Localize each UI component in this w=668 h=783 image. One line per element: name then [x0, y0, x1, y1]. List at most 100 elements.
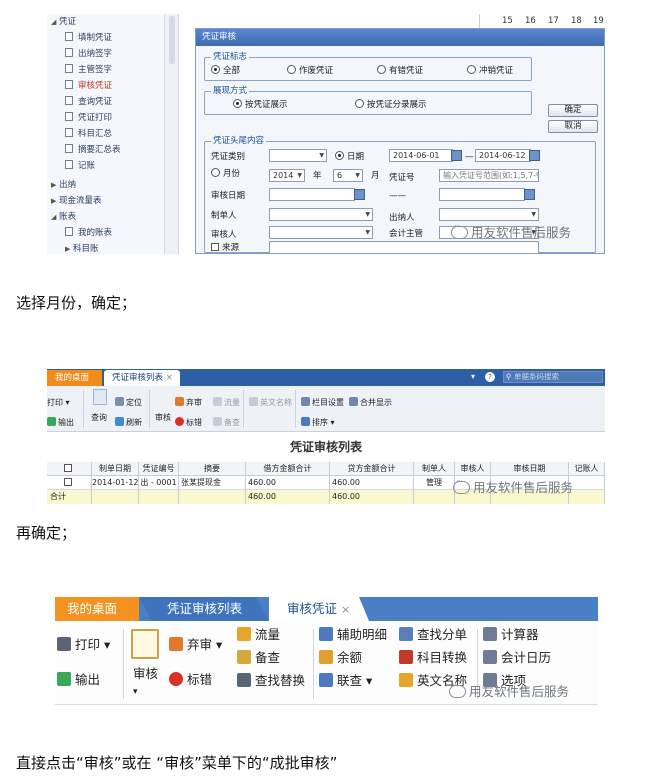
export-button[interactable]: 输出	[57, 672, 100, 688]
table-row-select[interactable]	[47, 476, 92, 490]
balance-button[interactable]: 余额	[319, 650, 362, 666]
audit-button[interactable]: 审核 ▾	[133, 666, 158, 700]
tree-node-cashflow[interactable]: ▶ 现金流量表	[51, 194, 102, 209]
find-split-button[interactable]: 查找分单	[399, 627, 467, 643]
tree-item-supervisor-sign[interactable]: 主管签字	[65, 63, 112, 78]
link-query-button[interactable]: 联查 ▾	[319, 673, 372, 689]
unaudit-button[interactable]: 弃审	[175, 397, 202, 408]
scrollbar-thumb[interactable]	[169, 16, 175, 64]
account-convert-button[interactable]: 科目转换	[399, 650, 467, 666]
checkbox-icon[interactable]	[63, 464, 72, 472]
radio-date[interactable]: 日期	[335, 151, 364, 163]
radio-month[interactable]: 月份	[211, 168, 240, 180]
tab-voucher-audit-list[interactable]: 凭证审核列表	[139, 597, 269, 621]
voucher-type-select[interactable]: ▼	[269, 149, 327, 162]
radio-by-voucher[interactable]: 按凭证展示	[233, 99, 288, 111]
date-from-input[interactable]: 2014-06-01	[389, 149, 453, 162]
table-cell[interactable]: 2014-01-12	[92, 476, 139, 490]
tree-node-voucher[interactable]: ◢ 凭证	[51, 15, 76, 30]
auditor-select[interactable]: ▼	[269, 226, 373, 239]
checkbox-icon[interactable]	[63, 478, 72, 486]
tab-voucher-audit-list[interactable]: 凭证审核列表 ×	[104, 370, 180, 386]
table-cell[interactable]: 张某提现金	[179, 476, 246, 490]
tree-item-my-reports[interactable]: 我的账表	[65, 226, 112, 241]
column-header[interactable]: 记账人	[569, 462, 605, 476]
source-checkbox[interactable]: 来源	[211, 242, 239, 254]
month-select[interactable]: 6 ▼	[333, 169, 363, 182]
cashflow-button[interactable]: 流量	[237, 627, 280, 643]
tree-item-query-voucher[interactable]: 查询凭证	[65, 95, 112, 110]
aux-detail-button[interactable]: 辅助明细	[319, 627, 387, 643]
tree-item-cashier-sign[interactable]: 出纳签字	[65, 47, 112, 62]
table-cell[interactable]: 出 - 0001	[139, 476, 179, 490]
column-header[interactable]: 制单人	[414, 462, 455, 476]
column-header[interactable]: 借方金额合计	[246, 462, 330, 476]
radio-void-voucher[interactable]: 作废凭证	[287, 65, 333, 77]
tree-item-account-summary[interactable]: 科目汇总	[65, 127, 112, 142]
english-name-button[interactable]: 英文名称	[249, 397, 292, 408]
help-icon[interactable]: ?	[485, 372, 495, 382]
tab-audit-voucher[interactable]: 审核凭证 ×	[269, 597, 369, 621]
tree-item-post[interactable]: 记账	[65, 159, 95, 174]
accounting-calendar-button[interactable]: 会计日历	[483, 650, 551, 666]
voucher-no-range-input[interactable]: 输入凭证号范围(如:1,5,7-9	[439, 169, 539, 182]
find-replace-button[interactable]: 查找替换	[237, 673, 305, 689]
table-cell[interactable]: 460.00	[330, 476, 414, 490]
column-header[interactable]: 制单日期	[92, 462, 139, 476]
tree-node-cashier[interactable]: ▶ 出纳	[51, 178, 76, 193]
query-button[interactable]: 查询	[91, 412, 107, 423]
tree-item-fill-voucher[interactable]: 填制凭证	[65, 31, 112, 46]
calendar-icon[interactable]	[451, 150, 462, 161]
tree-item-print-voucher[interactable]: 凭证打印	[65, 111, 112, 126]
sort-button[interactable]: 排序 ▾	[301, 417, 335, 428]
audit-date-to-input[interactable]	[439, 188, 525, 201]
refresh-button[interactable]: 刷新	[115, 417, 142, 428]
radio-all[interactable]: 全部	[211, 65, 240, 77]
locate-button[interactable]: 定位	[115, 397, 142, 408]
column-header[interactable]: 审核日期	[491, 462, 569, 476]
audit-pencil-icon[interactable]	[131, 629, 159, 659]
calendar-icon[interactable]	[529, 150, 540, 161]
export-button[interactable]: 输出	[47, 417, 74, 428]
column-header[interactable]: 贷方金额合计	[330, 462, 414, 476]
tree-node-reports[interactable]: ◢ 账表	[51, 210, 76, 225]
tree-item-abstract-summary[interactable]: 摘要汇总表	[65, 143, 121, 158]
column-header[interactable]: 审核人	[455, 462, 491, 476]
radio-by-entry[interactable]: 按凭证分录展示	[355, 99, 427, 111]
close-icon[interactable]: ×	[166, 373, 173, 383]
calendar-icon[interactable]	[524, 189, 535, 200]
cancel-button[interactable]: 取消	[548, 120, 598, 133]
cashier-select[interactable]: ▼	[439, 208, 539, 221]
tree-scrollbar[interactable]	[165, 14, 179, 254]
date-to-input[interactable]: 2014-06-12	[475, 149, 531, 162]
unaudit-button[interactable]: 弃审 ▾	[169, 637, 222, 653]
audit-button[interactable]: 审核	[155, 412, 171, 423]
calendar-icon[interactable]	[354, 189, 365, 200]
memo-button[interactable]: 备查	[237, 650, 280, 666]
print-button[interactable]: 打印 ▾	[57, 637, 110, 653]
column-header[interactable]: 摘要	[179, 462, 246, 476]
close-icon[interactable]: ×	[341, 603, 350, 616]
merge-display-button[interactable]: 合并显示	[349, 397, 392, 408]
table-cell[interactable]	[569, 476, 605, 490]
memo-button[interactable]: 备查	[213, 417, 240, 428]
radio-reversal-voucher[interactable]: 冲销凭证	[467, 65, 513, 77]
table-cell[interactable]: 管理	[414, 476, 455, 490]
mark-error-button[interactable]: 标错	[169, 672, 212, 688]
cashflow-button[interactable]: 流量	[213, 397, 240, 408]
search-input[interactable]: ⚲ 单据条码搜索	[503, 371, 603, 383]
tree-node-account-ledger[interactable]: ▶ 科目账	[65, 242, 99, 254]
maker-select[interactable]: ▼	[269, 208, 373, 221]
source-input[interactable]	[269, 241, 539, 254]
print-button[interactable]: 打印 ▾	[47, 397, 70, 408]
column-select[interactable]	[47, 462, 92, 476]
ok-button[interactable]: 确定	[548, 104, 598, 117]
tree-item-audit-voucher[interactable]: 审核凭证	[65, 79, 112, 94]
query-icon[interactable]	[93, 389, 107, 405]
radio-error-voucher[interactable]: 有错凭证	[377, 65, 423, 77]
column-settings-button[interactable]: 栏目设置	[301, 397, 344, 408]
mark-error-button[interactable]: 标错	[175, 417, 202, 428]
calculator-button[interactable]: 计算器	[483, 627, 539, 643]
audit-date-input[interactable]	[269, 188, 355, 201]
tab-my-desktop[interactable]: 我的桌面	[47, 370, 102, 386]
